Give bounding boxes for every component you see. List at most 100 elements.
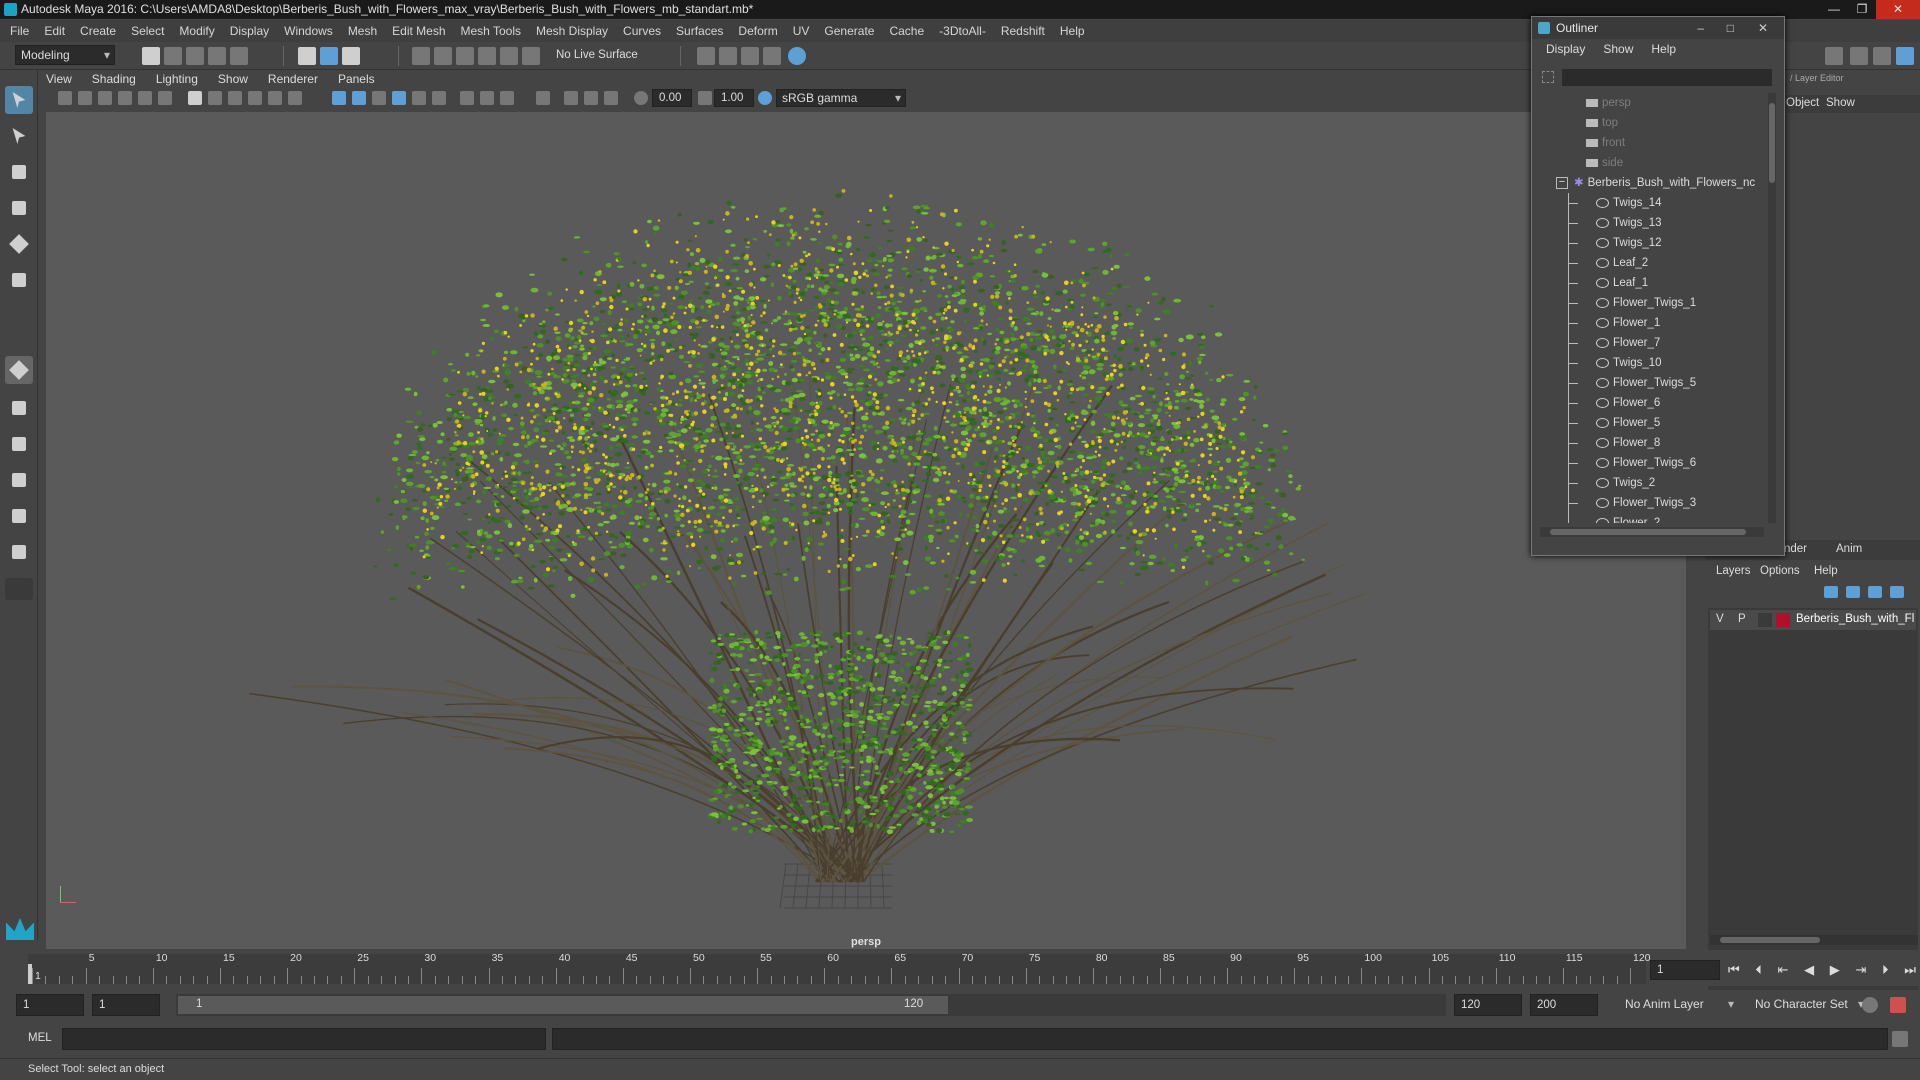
gamma-icon[interactable] xyxy=(698,91,712,105)
menu-3dtoall[interactable]: -3DtoAll- xyxy=(939,24,986,38)
render-view-icon[interactable] xyxy=(763,47,781,65)
close-button[interactable]: ✕ xyxy=(1876,0,1920,19)
ipr-render-icon[interactable] xyxy=(741,47,759,65)
layer-menu-help[interactable]: Help xyxy=(1814,565,1838,577)
maximize-button[interactable]: ❐ xyxy=(1848,0,1876,19)
script-editor-icon[interactable] xyxy=(1892,1031,1908,1047)
menu-edit[interactable]: Edit xyxy=(44,24,65,38)
channel-tab-show[interactable]: Show xyxy=(1826,97,1855,109)
range-track[interactable]: 1 120 xyxy=(176,994,1446,1016)
layer-tab-render[interactable]: nder xyxy=(1784,543,1807,555)
snap-view-icon[interactable] xyxy=(478,47,496,65)
minimize-button[interactable]: — xyxy=(1820,0,1848,19)
anim-layer-dropdown[interactable]: No Anim Layer xyxy=(1620,994,1738,1016)
menu-cache[interactable]: Cache xyxy=(889,24,924,38)
menu-modify[interactable]: Modify xyxy=(179,24,214,38)
move-layer-up-icon[interactable] xyxy=(1824,586,1838,598)
outliner-item[interactable]: Flower_8 xyxy=(1538,433,1766,453)
smooth-shade-icon[interactable] xyxy=(352,91,366,105)
select-component-icon[interactable] xyxy=(342,47,360,65)
layer-type-toggle[interactable] xyxy=(1758,613,1772,627)
layer-menu-layers[interactable]: Layers xyxy=(1716,565,1751,577)
field-chart-icon[interactable] xyxy=(268,91,282,105)
select-hierarchy-icon[interactable] xyxy=(298,47,316,65)
menu-create[interactable]: Create xyxy=(80,24,116,38)
outliner-item[interactable]: Flower_Twigs_6 xyxy=(1538,453,1766,473)
outliner-camera-side[interactable]: side xyxy=(1538,153,1766,173)
outliner-item[interactable]: Twigs_10 xyxy=(1538,353,1766,373)
layer-scrollbar[interactable] xyxy=(1710,935,1918,945)
playback-end-field[interactable]: 120 xyxy=(1454,994,1522,1016)
menu-redshift[interactable]: Redshift xyxy=(1001,24,1045,38)
layout-outliner-button[interactable] xyxy=(5,466,33,494)
more-layouts-button[interactable] xyxy=(5,578,33,600)
attribute-editor-icon[interactable] xyxy=(1850,47,1868,65)
tool-settings-icon[interactable] xyxy=(1873,47,1891,65)
perspective-viewport[interactable]: persp xyxy=(46,112,1686,949)
wireframe-on-shaded-icon[interactable] xyxy=(372,91,386,105)
color-management-icon[interactable] xyxy=(758,91,772,105)
outliner-filter-icon[interactable] xyxy=(1542,71,1554,83)
collapse-icon[interactable]: − xyxy=(1556,176,1568,189)
layer-name[interactable]: Berberis_Bush_with_Fl xyxy=(1796,613,1914,625)
current-frame-field[interactable]: 1 xyxy=(1650,960,1720,980)
outliner-item[interactable]: Flower_6 xyxy=(1538,393,1766,413)
animation-prefs-icon[interactable] xyxy=(1890,997,1906,1013)
outliner-item[interactable]: Leaf_1 xyxy=(1538,273,1766,293)
outliner-camera-top[interactable]: top xyxy=(1538,113,1766,133)
outliner-menu-display[interactable]: Display xyxy=(1546,42,1585,56)
play-backwards-button[interactable]: ◀ xyxy=(1804,962,1814,978)
render-settings-icon[interactable] xyxy=(697,47,715,65)
menu-generate[interactable]: Generate xyxy=(824,24,874,38)
exposure-icon[interactable] xyxy=(634,91,648,105)
render-frame-icon[interactable] xyxy=(719,47,737,65)
layer-color-swatch[interactable] xyxy=(1776,613,1790,627)
layer-row[interactable]: V P Berberis_Bush_with_Fl xyxy=(1710,610,1916,630)
snap-point-icon[interactable] xyxy=(456,47,474,65)
vp-menu-lighting[interactable]: Lighting xyxy=(156,72,198,88)
new-layer-icon[interactable] xyxy=(1868,586,1882,598)
vp-menu-panels[interactable]: Panels xyxy=(338,72,375,88)
outliner-item[interactable]: Twigs_2 xyxy=(1538,473,1766,493)
character-set-dropdown[interactable]: No Character Set xyxy=(1750,994,1868,1016)
menu-select[interactable]: Select xyxy=(131,24,164,38)
menu-help[interactable]: Help xyxy=(1060,24,1085,38)
playback-start-field[interactable]: 1 xyxy=(92,994,160,1016)
vp-menu-view[interactable]: View xyxy=(46,72,72,88)
menu-mesh-tools[interactable]: Mesh Tools xyxy=(461,24,521,38)
move-layer-down-icon[interactable] xyxy=(1846,586,1860,598)
move-tool-button[interactable] xyxy=(5,194,33,222)
snap-grid-icon[interactable] xyxy=(412,47,430,65)
mel-label[interactable]: MEL xyxy=(28,1032,52,1044)
xray-components-icon[interactable] xyxy=(604,91,618,105)
go-to-end-button[interactable]: ⏭ xyxy=(1904,962,1916,978)
snap-curve-icon[interactable] xyxy=(434,47,452,65)
outliner-maximize-button[interactable]: □ xyxy=(1727,17,1734,39)
layout-single-button[interactable] xyxy=(5,356,33,384)
grease-pencil-icon[interactable] xyxy=(158,91,172,105)
menu-deform[interactable]: Deform xyxy=(738,24,777,38)
snap-vertex-icon[interactable] xyxy=(522,47,540,65)
exposure-field[interactable]: 0.00 xyxy=(652,89,692,107)
range-bar[interactable]: 1 120 xyxy=(178,996,948,1014)
bush-model[interactable] xyxy=(46,112,1686,949)
outliner-menu-show[interactable]: Show xyxy=(1603,42,1633,56)
resolution-gate-icon[interactable] xyxy=(228,91,242,105)
live-surface-field[interactable]: No Live Surface xyxy=(550,45,650,67)
outliner-search-input[interactable] xyxy=(1562,69,1772,86)
rotate-tool-button[interactable] xyxy=(5,230,33,258)
hypershade-icon[interactable] xyxy=(788,47,806,65)
film-gate-icon[interactable] xyxy=(208,91,222,105)
outliner-item[interactable]: Twigs_13 xyxy=(1538,213,1766,233)
menu-edit-mesh[interactable]: Edit Mesh xyxy=(392,24,445,38)
new-scene-icon[interactable] xyxy=(142,47,160,65)
image-plane-icon[interactable] xyxy=(118,91,132,105)
camera-select-icon[interactable] xyxy=(58,91,72,105)
current-time-indicator[interactable] xyxy=(28,964,32,984)
step-back-frame-button[interactable]: ⏴ xyxy=(1755,962,1762,978)
gamma-field[interactable]: 1.00 xyxy=(714,89,754,107)
outliner-item[interactable]: Flower_Twigs_5 xyxy=(1538,373,1766,393)
outliner-close-button[interactable]: ✕ xyxy=(1758,17,1768,39)
grid-icon[interactable] xyxy=(188,91,202,105)
paint-select-tool-button[interactable] xyxy=(5,158,33,186)
